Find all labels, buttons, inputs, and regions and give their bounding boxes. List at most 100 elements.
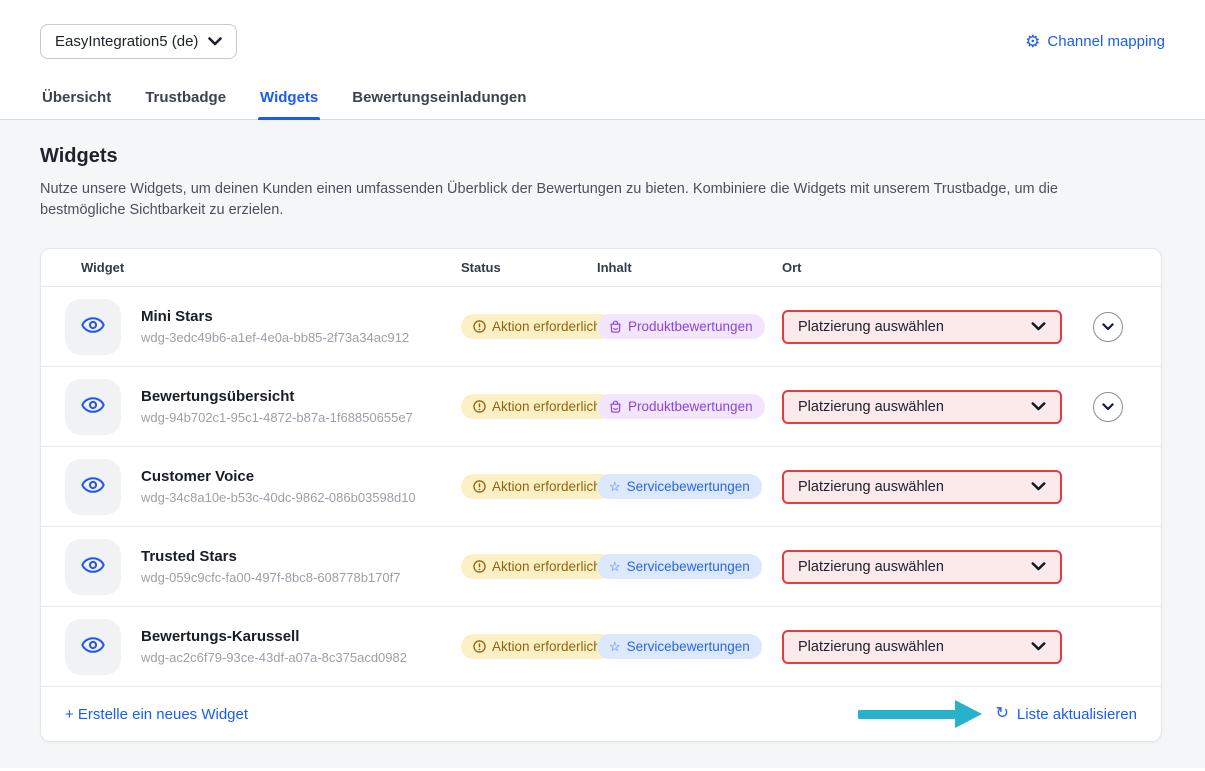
shopping-bag-icon bbox=[609, 320, 622, 333]
alert-icon bbox=[473, 560, 486, 573]
refresh-icon[interactable]: ↻ bbox=[996, 706, 1009, 722]
content-badge: ☆ Servicebewertungen bbox=[597, 474, 762, 499]
table-row: Bewertungs-Karussell wdg-ac2c6f79-93ce-4… bbox=[41, 607, 1161, 687]
content-label: Servicebewertungen bbox=[627, 639, 750, 654]
eye-icon bbox=[81, 473, 105, 500]
widget-name: Bewertungs-Karussell bbox=[141, 628, 461, 645]
widget-name: Bewertungsübersicht bbox=[141, 388, 461, 405]
content-badge: ☆ Servicebewertungen bbox=[597, 634, 762, 659]
table-row: Mini Stars wdg-3edc49b6-a1ef-4e0a-bb85-2… bbox=[41, 287, 1161, 367]
widget-name: Mini Stars bbox=[141, 308, 461, 325]
star-icon: ☆ bbox=[609, 480, 621, 493]
gear-icon: ⚙ bbox=[1025, 33, 1040, 50]
chevron-down-icon bbox=[1031, 479, 1046, 495]
table-row: Trusted Stars wdg-059c9cfc-fa00-497f-8bc… bbox=[41, 527, 1161, 607]
content-label: Produktbewertungen bbox=[628, 319, 753, 334]
page-title: Widgets bbox=[40, 145, 1165, 168]
preview-eye-button[interactable] bbox=[65, 459, 121, 515]
refresh-list-link[interactable]: Liste aktualisieren bbox=[1017, 706, 1137, 723]
widget-id: wdg-34c8a10e-b53c-40dc-9862-086b03598d10 bbox=[141, 490, 461, 505]
preview-eye-button[interactable] bbox=[65, 539, 121, 595]
content-area: Widgets Nutze unsere Widgets, um deinen … bbox=[0, 120, 1205, 768]
chevron-down-icon bbox=[1031, 559, 1046, 575]
create-widget-link[interactable]: + Erstelle ein neues Widget bbox=[65, 706, 248, 723]
table-header-row: Widget Status Inhalt Ort bbox=[41, 249, 1161, 287]
column-header-inhalt: Inhalt bbox=[597, 260, 782, 275]
placement-label: Platzierung auswählen bbox=[798, 399, 944, 415]
preview-eye-button[interactable] bbox=[65, 299, 121, 355]
content-badge: Produktbewertungen bbox=[597, 394, 765, 419]
eye-icon bbox=[81, 313, 105, 340]
table-row: Customer Voice wdg-34c8a10e-b53c-40dc-98… bbox=[41, 447, 1161, 527]
chevron-down-icon bbox=[1102, 319, 1114, 334]
eye-icon bbox=[81, 393, 105, 420]
content-label: Produktbewertungen bbox=[628, 399, 753, 414]
content-label: Servicebewertungen bbox=[627, 559, 750, 574]
status-label: Aktion erforderlich bbox=[492, 559, 601, 574]
top-bar: EasyIntegration5 (de) ⚙ Channel mapping bbox=[0, 0, 1205, 59]
eye-icon bbox=[81, 553, 105, 580]
status-badge: Aktion erforderlich bbox=[461, 394, 613, 419]
placement-label: Platzierung auswählen bbox=[798, 559, 944, 575]
table-row: Bewertungsübersicht wdg-94b702c1-95c1-48… bbox=[41, 367, 1161, 447]
star-icon: ☆ bbox=[609, 640, 621, 653]
placement-label: Platzierung auswählen bbox=[798, 639, 944, 655]
tab-bar: Übersicht Trustbadge Widgets Bewertungse… bbox=[0, 89, 1205, 120]
alert-icon bbox=[473, 400, 486, 413]
widget-name: Customer Voice bbox=[141, 468, 461, 485]
chevron-down-icon bbox=[1031, 319, 1046, 335]
channel-selector-label: EasyIntegration5 (de) bbox=[55, 33, 198, 50]
column-header-widget: Widget bbox=[65, 260, 461, 275]
status-label: Aktion erforderlich bbox=[492, 319, 601, 334]
status-badge: Aktion erforderlich bbox=[461, 314, 613, 339]
chevron-down-icon bbox=[1031, 639, 1046, 655]
placement-select[interactable]: Platzierung auswählen bbox=[782, 310, 1062, 344]
alert-icon bbox=[473, 640, 486, 653]
placement-select[interactable]: Platzierung auswählen bbox=[782, 550, 1062, 584]
widget-id: wdg-3edc49b6-a1ef-4e0a-bb85-2f73a34ac912 bbox=[141, 330, 461, 345]
status-label: Aktion erforderlich bbox=[492, 399, 601, 414]
eye-icon bbox=[81, 633, 105, 660]
placement-select[interactable]: Platzierung auswählen bbox=[782, 630, 1062, 664]
status-badge: Aktion erforderlich bbox=[461, 554, 613, 579]
placement-label: Platzierung auswählen bbox=[798, 319, 944, 335]
placement-select[interactable]: Platzierung auswählen bbox=[782, 390, 1062, 424]
tab-trustbadge[interactable]: Trustbadge bbox=[143, 89, 228, 119]
shopping-bag-icon bbox=[609, 400, 622, 413]
table-footer: + Erstelle ein neues Widget ↻ Liste aktu… bbox=[41, 687, 1161, 741]
widgets-table-card: Widget Status Inhalt Ort Mini Stars wdg-… bbox=[40, 248, 1162, 742]
placement-select[interactable]: Platzierung auswählen bbox=[782, 470, 1062, 504]
status-badge: Aktion erforderlich bbox=[461, 474, 613, 499]
channel-selector-dropdown[interactable]: EasyIntegration5 (de) bbox=[40, 24, 237, 59]
alert-icon bbox=[473, 480, 486, 493]
tab-bewertungseinladungen[interactable]: Bewertungseinladungen bbox=[350, 89, 528, 119]
content-label: Servicebewertungen bbox=[627, 479, 750, 494]
preview-eye-button[interactable] bbox=[65, 379, 121, 435]
channel-mapping-label: Channel mapping bbox=[1047, 33, 1165, 50]
status-label: Aktion erforderlich bbox=[492, 639, 601, 654]
placement-label: Platzierung auswählen bbox=[798, 479, 944, 495]
tab-widgets[interactable]: Widgets bbox=[258, 89, 320, 119]
annotation-arrow bbox=[858, 700, 982, 728]
page-description: Nutze unsere Widgets, um deinen Kunden e… bbox=[40, 179, 1145, 221]
column-header-ort: Ort bbox=[782, 260, 1086, 275]
expand-row-button[interactable] bbox=[1093, 392, 1123, 422]
widget-name: Trusted Stars bbox=[141, 548, 461, 565]
chevron-down-icon bbox=[1102, 399, 1114, 414]
status-label: Aktion erforderlich bbox=[492, 479, 601, 494]
widget-id: wdg-059c9cfc-fa00-497f-8bc8-608778b170f7 bbox=[141, 570, 461, 585]
chevron-down-icon bbox=[1031, 399, 1046, 415]
widget-id: wdg-94b702c1-95c1-4872-b87a-1f68850655e7 bbox=[141, 410, 461, 425]
content-badge: ☆ Servicebewertungen bbox=[597, 554, 762, 579]
column-header-status: Status bbox=[461, 260, 597, 275]
content-badge: Produktbewertungen bbox=[597, 314, 765, 339]
expand-row-button[interactable] bbox=[1093, 312, 1123, 342]
widget-id: wdg-ac2c6f79-93ce-43df-a07a-8c375acd0982 bbox=[141, 650, 461, 665]
chevron-down-icon bbox=[208, 37, 222, 46]
tab-uebersicht[interactable]: Übersicht bbox=[40, 89, 113, 119]
alert-icon bbox=[473, 320, 486, 333]
star-icon: ☆ bbox=[609, 560, 621, 573]
channel-mapping-link[interactable]: ⚙ Channel mapping bbox=[1025, 33, 1165, 50]
preview-eye-button[interactable] bbox=[65, 619, 121, 675]
status-badge: Aktion erforderlich bbox=[461, 634, 613, 659]
